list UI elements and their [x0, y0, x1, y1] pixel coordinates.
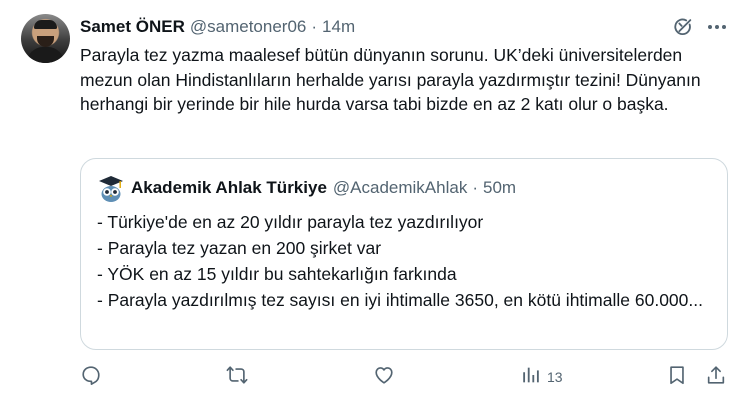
author-handle[interactable]: @sametoner06 — [190, 17, 307, 37]
views-count: 13 — [547, 369, 563, 385]
quote-line: - YÖK en az 15 yıldır bu sahtekarlığın f… — [97, 264, 457, 284]
quote-header: Akademik Ahlak Türkiye @AcademikAhlak · … — [131, 178, 516, 198]
action-bar: 13 — [80, 364, 735, 390]
tweet-time[interactable]: 14m — [322, 17, 355, 37]
like-button[interactable] — [373, 364, 395, 390]
like-icon — [373, 364, 395, 391]
quote-line: - Parayla yazdırılmış tez sayısı en iyi … — [97, 290, 703, 310]
reply-icon — [80, 364, 102, 391]
retweet-icon — [226, 364, 248, 391]
views-icon — [520, 364, 542, 391]
quote-line: - Türkiye'de en az 20 yıldır parayla tez… — [97, 212, 484, 232]
grok-icon[interactable] — [672, 16, 694, 38]
quoted-tweet[interactable]: Akademik Ahlak Türkiye @AcademikAhlak · … — [80, 158, 728, 350]
tweet-text: Parayla tez yazma maalesef bütün dünyanı… — [80, 45, 701, 114]
quote-author-name[interactable]: Akademik Ahlak Türkiye — [131, 178, 327, 198]
quote-line: - Parayla tez yazan en 200 şirket var — [97, 238, 382, 258]
tweet[interactable]: Samet ÖNER @sametoner06 · 14m Parayla te… — [0, 0, 747, 405]
retweet-button[interactable] — [226, 364, 248, 390]
views-button[interactable]: 13 — [520, 364, 563, 390]
quote-author-handle[interactable]: @AcademikAhlak — [333, 178, 467, 198]
separator-dot: · — [472, 178, 479, 197]
bookmark-icon — [666, 364, 688, 391]
quote-time[interactable]: 50m — [483, 178, 516, 198]
quote-text: - Türkiye'de en az 20 yıldır parayla tez… — [97, 209, 717, 313]
reply-button[interactable] — [80, 364, 102, 390]
owl-graduate-icon[interactable] — [99, 176, 123, 202]
share-button[interactable] — [705, 364, 727, 390]
tweet-header: Samet ÖNER @sametoner06 · 14m — [80, 16, 355, 38]
share-icon — [705, 364, 727, 391]
bookmark-button[interactable] — [666, 364, 688, 390]
separator-dot: · — [311, 17, 318, 36]
more-icon[interactable] — [705, 16, 729, 38]
author-name[interactable]: Samet ÖNER — [80, 17, 185, 37]
avatar[interactable] — [21, 14, 70, 63]
